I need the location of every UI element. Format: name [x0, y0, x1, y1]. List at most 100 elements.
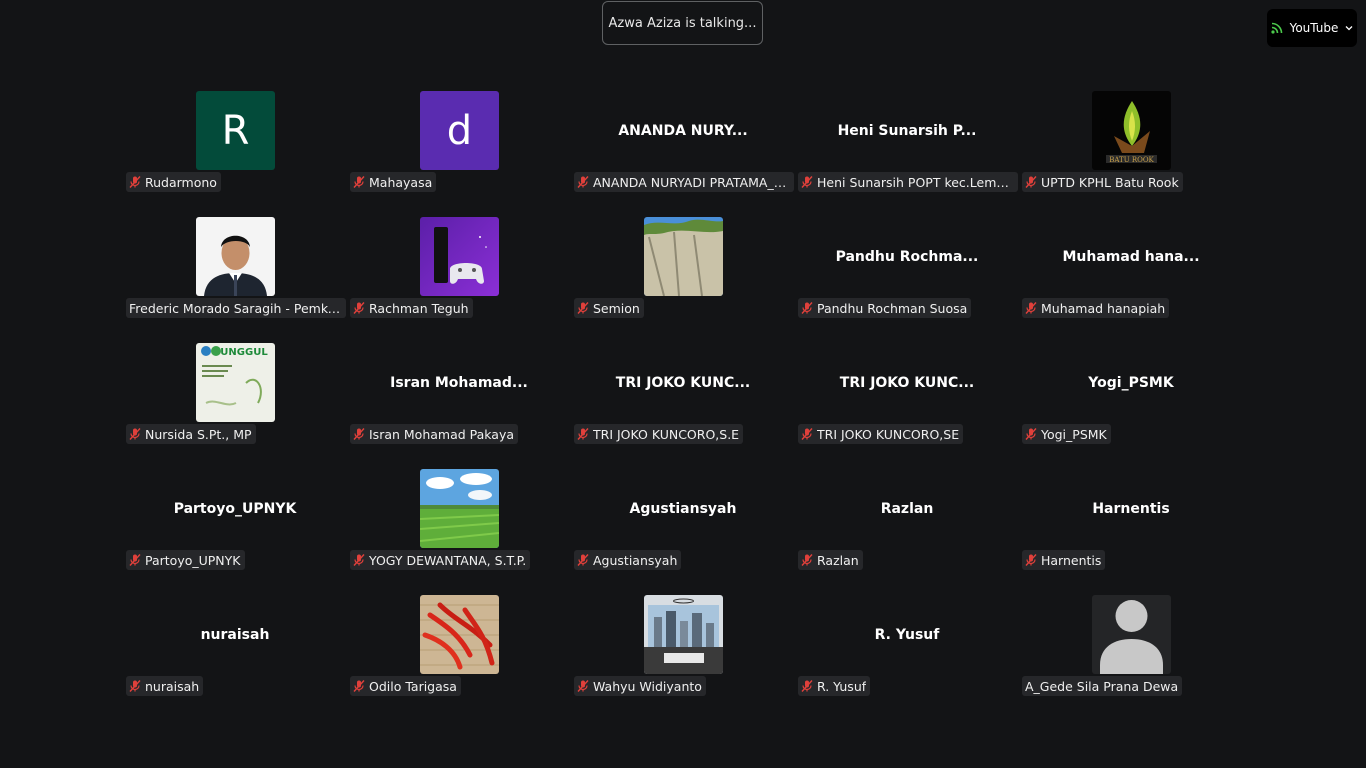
participant-tile[interactable]: TRI JOKO KUNC... TRI JOKO KUNCORO,SE [798, 343, 1022, 469]
participant-tile[interactable]: Isran Mohamad... Isran Mohamad Pakaya [350, 343, 574, 469]
participant-name-text: ANANDA NURYADI PRATAMA_231 [593, 174, 790, 190]
participant-name-label: Frederic Morado Saragih - Pemkot ... [126, 298, 346, 318]
mic-muted-icon [576, 553, 590, 567]
participant-name-text: Rudarmono [145, 174, 217, 190]
participant-name-text: TRI JOKO KUNCORO,SE [817, 426, 960, 442]
participant-name-text: Wahyu Widiyanto [593, 678, 702, 694]
participant-name-label: Razlan [798, 550, 863, 570]
mic-muted-icon [352, 679, 366, 693]
mic-muted-icon [128, 679, 142, 693]
participant-name-label: Partoyo_UPNYK [126, 550, 245, 570]
participant-gallery: R Rudarmono d Mahayasa ANANDA NURY... ANANDA … [126, 91, 1246, 721]
participant-tile[interactable]: A_Gede Sila Prana Dewa [1022, 595, 1246, 721]
participant-tile[interactable]: R. Yusuf R. Yusuf [798, 595, 1022, 721]
participant-name-label: Yogi_PSMK [1022, 424, 1111, 444]
mic-muted-icon [576, 427, 590, 441]
participant-name-label: Mahayasa [350, 172, 437, 192]
mic-muted-icon [576, 175, 590, 189]
participant-name-label: Harnentis [1022, 550, 1106, 570]
mic-muted-icon [1024, 427, 1038, 441]
mic-muted-icon [800, 175, 814, 189]
participant-avatar: d [420, 91, 499, 170]
participant-display-name: Isran Mohamad... [390, 374, 528, 391]
participant-tile[interactable]: Wahyu Widiyanto [574, 595, 798, 721]
mic-muted-icon [800, 679, 814, 693]
participant-tile[interactable]: ANANDA NURY... ANANDA NURYADI PRATAMA_231 [574, 91, 798, 217]
participant-name-text: Odilo Tarigasa [369, 678, 457, 694]
participant-avatar: UNGGUL [196, 343, 275, 422]
participant-tile[interactable]: Semion [574, 217, 798, 343]
participant-name-label: R. Yusuf [798, 676, 871, 696]
participant-tile[interactable]: Harnentis Harnentis [1022, 469, 1246, 595]
mic-muted-icon [800, 301, 814, 315]
mic-muted-icon [800, 427, 814, 441]
participant-name-text: Mahayasa [369, 174, 433, 190]
participant-avatar [644, 217, 723, 296]
participant-name-label: Wahyu Widiyanto [574, 676, 706, 696]
participant-tile[interactable]: Muhamad hana... Muhamad hanapiah [1022, 217, 1246, 343]
default-user-icon [1092, 595, 1171, 674]
participant-name-label: Pandhu Rochman Suosa [798, 298, 972, 318]
active-speaker-banner: Azwa Aziza is talking... [602, 1, 763, 45]
mic-muted-icon [1024, 553, 1038, 567]
mic-muted-icon [128, 553, 142, 567]
participant-tile[interactable]: Partoyo_UPNYK Partoyo_UPNYK [126, 469, 350, 595]
chevron-down-icon [1344, 23, 1354, 33]
youtube-live-button[interactable]: YouTube [1267, 9, 1357, 47]
participant-tile[interactable]: R Rudarmono [126, 91, 350, 217]
participant-tile[interactable]: Odilo Tarigasa [350, 595, 574, 721]
participant-tile[interactable]: Yogi_PSMK Yogi_PSMK [1022, 343, 1246, 469]
participant-name-label: TRI JOKO KUNCORO,S.E [574, 424, 744, 444]
participant-tile[interactable]: YOGY DEWANTANA, S.T.P. [350, 469, 574, 595]
participant-name-label: Odilo Tarigasa [350, 676, 461, 696]
participant-name-label: TRI JOKO KUNCORO,SE [798, 424, 964, 444]
participant-tile[interactable]: TRI JOKO KUNC... TRI JOKO KUNCORO,S.E [574, 343, 798, 469]
participant-avatar: R [196, 91, 275, 170]
participant-name-text: R. Yusuf [817, 678, 867, 694]
participant-name-text: Yogi_PSMK [1041, 426, 1107, 442]
participant-name-label: Heni Sunarsih POPT kec.Lembeyan [798, 172, 1018, 192]
participant-display-name: ANANDA NURY... [618, 122, 748, 139]
mic-muted-icon [352, 427, 366, 441]
participant-name-label: Nursida S.Pt., MP [126, 424, 256, 444]
mic-muted-icon [1024, 175, 1038, 189]
participant-avatar [420, 595, 499, 674]
participant-avatar: BATU ROOK [1092, 91, 1171, 170]
participant-tile[interactable]: nuraisah nuraisah [126, 595, 350, 721]
participant-avatar [644, 595, 723, 674]
participant-tile[interactable]: Pandhu Rochma... Pandhu Rochman Suosa [798, 217, 1022, 343]
participant-tile[interactable]: Rachman Teguh [350, 217, 574, 343]
youtube-label: YouTube [1289, 21, 1339, 35]
participant-name-text: nuraisah [145, 678, 200, 694]
participant-name-label: nuraisah [126, 676, 204, 696]
participant-tile[interactable]: UNGGUL Nursida S.Pt., MP [126, 343, 350, 469]
participant-name-text: Nursida S.Pt., MP [145, 426, 252, 442]
participant-tile[interactable]: Razlan Razlan [798, 469, 1022, 595]
participant-name-text: Semion [593, 300, 640, 316]
mic-muted-icon [1024, 301, 1038, 315]
participant-display-name: Heni Sunarsih P... [837, 122, 977, 139]
participant-tile[interactable]: Agustiansyah Agustiansyah [574, 469, 798, 595]
participant-display-name: Partoyo_UPNYK [173, 500, 297, 517]
participant-tile[interactable]: BATU ROOK UPTD KPHL Batu Rook [1022, 91, 1246, 217]
mic-muted-icon [352, 553, 366, 567]
participant-display-name: TRI JOKO KUNC... [615, 374, 751, 391]
participant-display-name: Agustiansyah [629, 500, 737, 517]
participant-display-name: nuraisah [200, 626, 270, 643]
mic-muted-icon [352, 301, 366, 315]
participant-name-text: A_Gede Sila Prana Dewa [1025, 678, 1179, 694]
participant-tile[interactable]: d Mahayasa [350, 91, 574, 217]
participant-display-name: Muhamad hana... [1062, 248, 1200, 265]
mic-muted-icon [128, 427, 142, 441]
participant-tile[interactable]: Heni Sunarsih P... Heni Sunarsih POPT kec… [798, 91, 1022, 217]
participant-tile[interactable]: Frederic Morado Saragih - Pemkot ... [126, 217, 350, 343]
participant-display-name: R. Yusuf [874, 626, 940, 643]
participant-avatar [420, 217, 499, 296]
participant-display-name: TRI JOKO KUNC... [839, 374, 975, 391]
participant-name-label: A_Gede Sila Prana Dewa [1022, 676, 1183, 696]
mic-muted-icon [576, 679, 590, 693]
svg-text:UNGGUL: UNGGUL [220, 347, 268, 358]
live-stream-icon [1270, 21, 1284, 35]
participant-display-name: Harnentis [1092, 500, 1170, 517]
mic-muted-icon [800, 553, 814, 567]
